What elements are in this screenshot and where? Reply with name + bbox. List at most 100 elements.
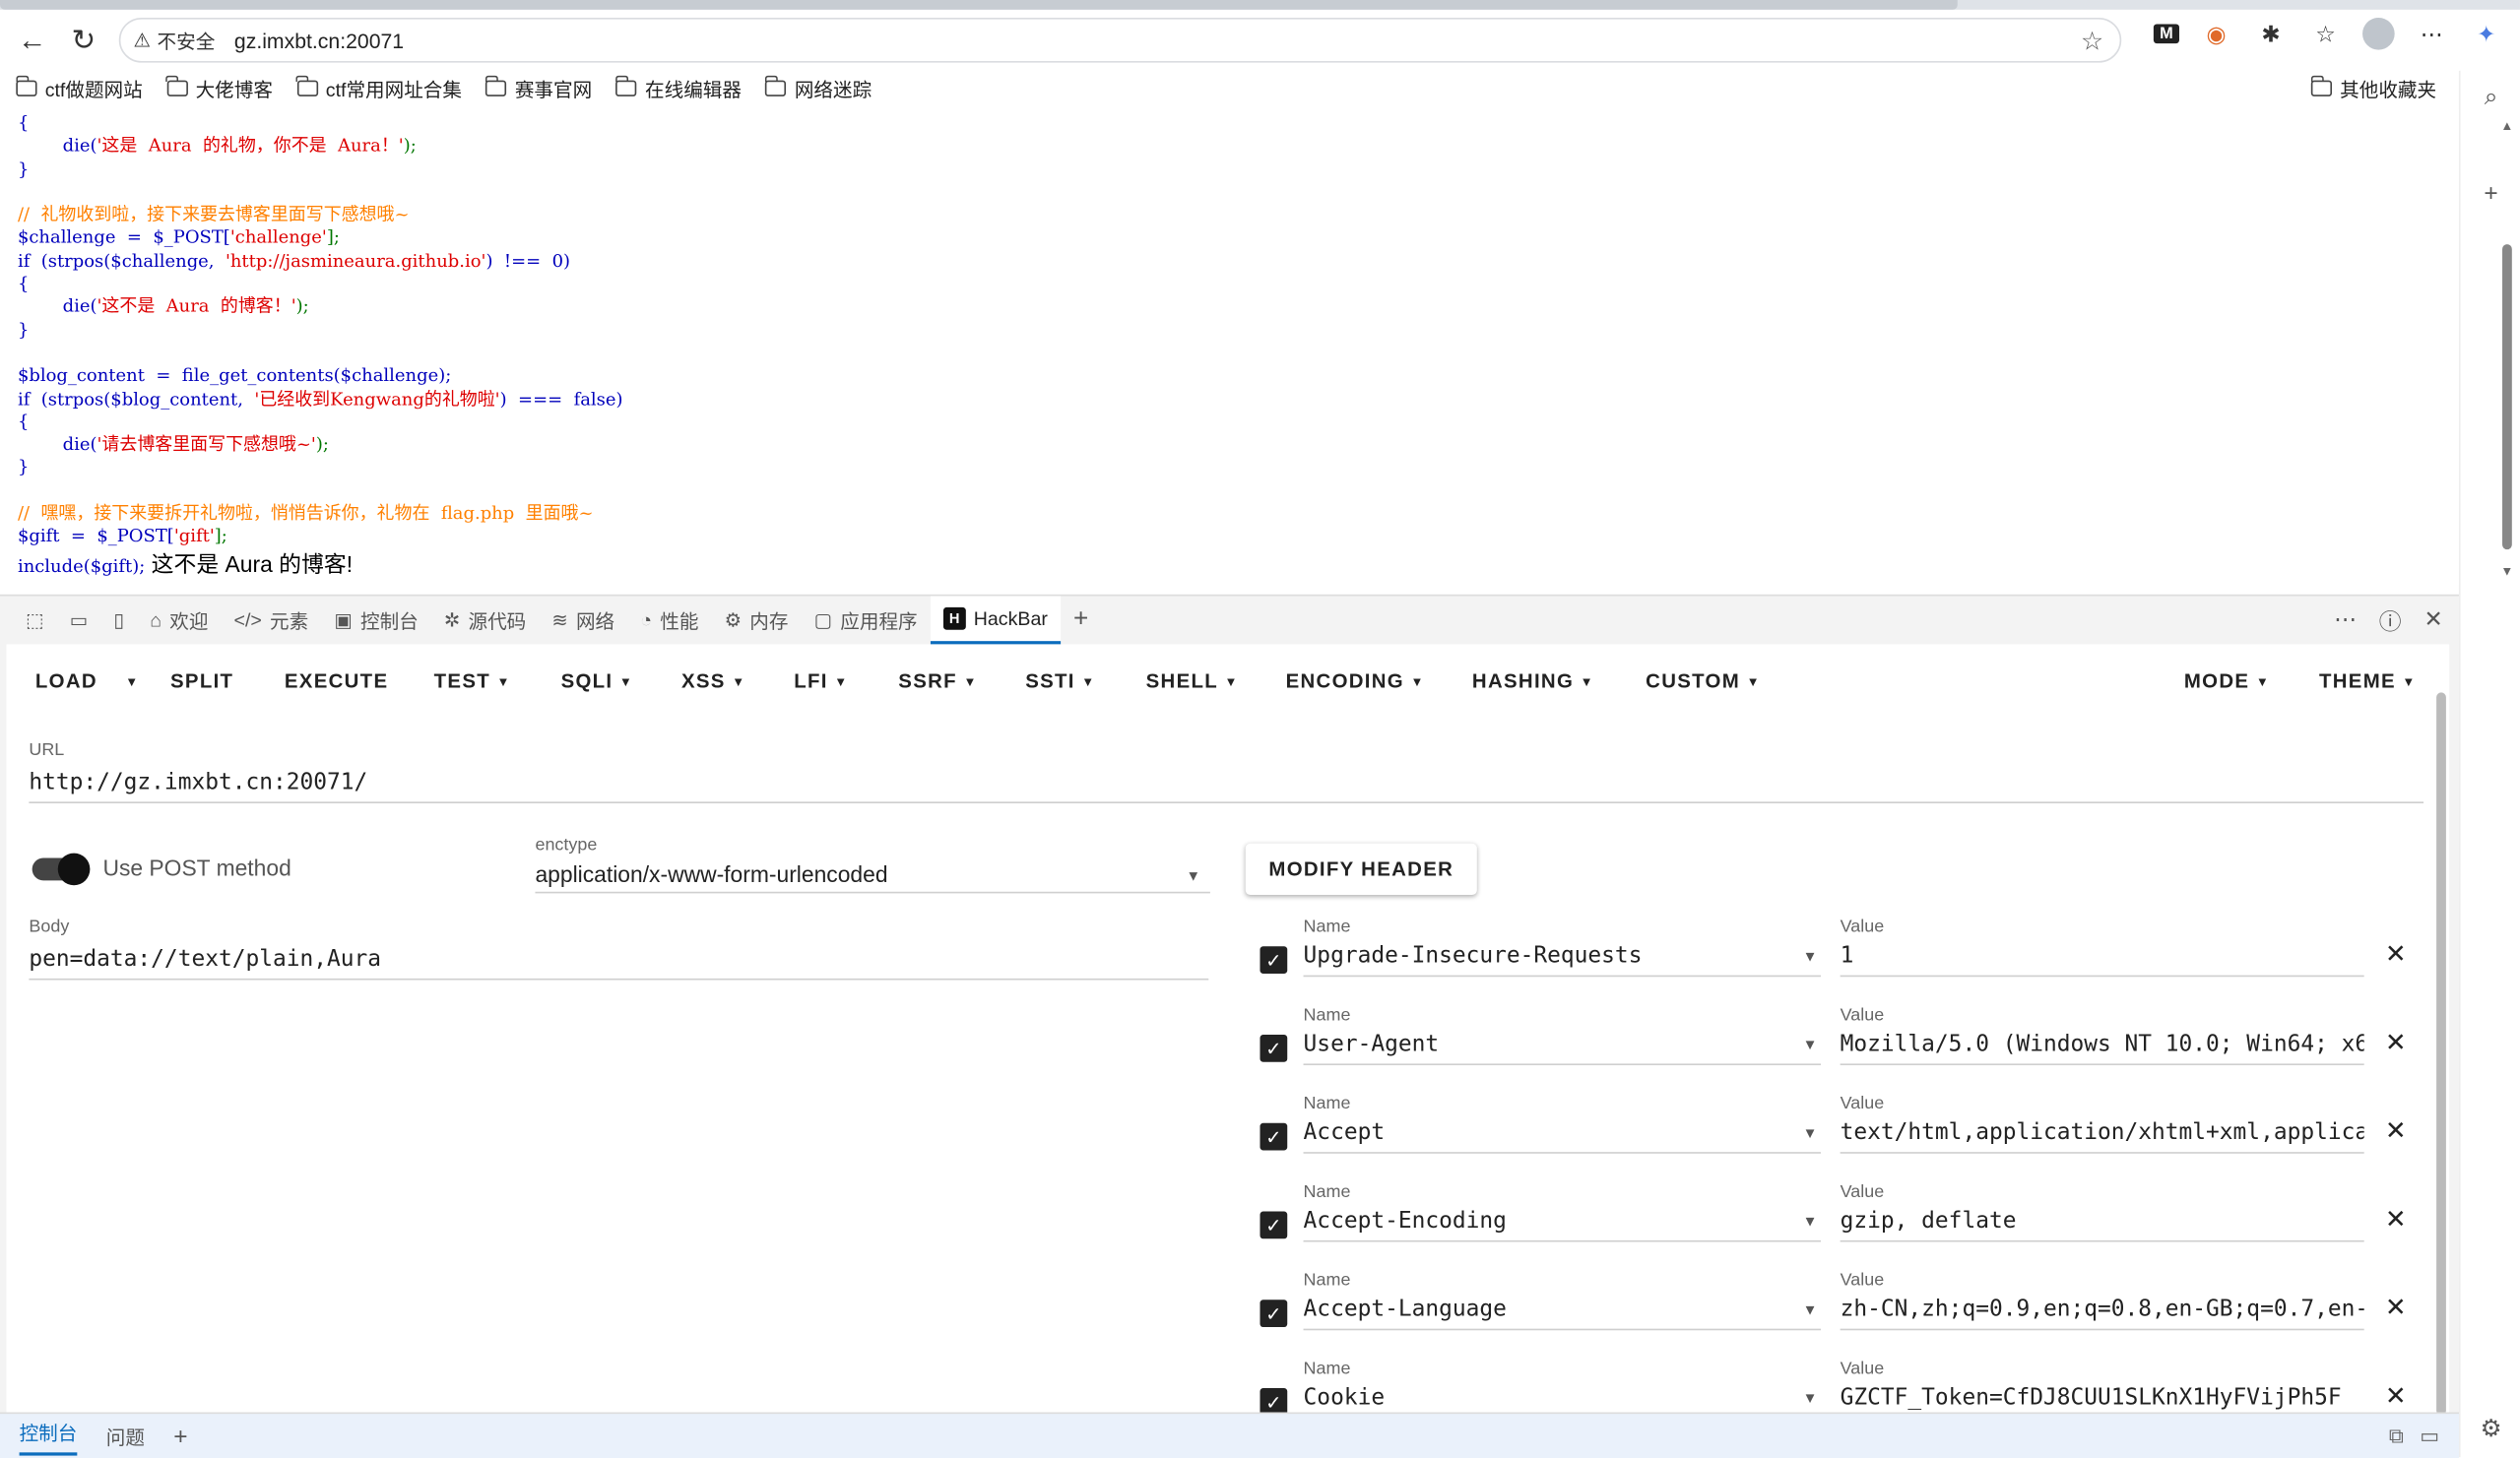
inspect-icon[interactable]: ⬚ — [13, 596, 57, 644]
hackbar-menu-ssti[interactable]: SSTI ▼ — [1025, 670, 1095, 693]
header-enabled-checkbox[interactable]: ✓ — [1260, 946, 1288, 974]
security-indicator[interactable]: ⚠ 不安全 — [133, 27, 215, 54]
page-output-text: 这不是 Aura 的博客! — [145, 550, 354, 577]
header-value-input[interactable]: 1 — [1840, 943, 2364, 978]
source-line: die('这不是 Aura 的博客！'); — [18, 296, 623, 319]
more-menu-icon[interactable]: ⋯ — [2414, 16, 2449, 51]
remove-header-icon[interactable]: ✕ — [2385, 1203, 2407, 1236]
scroll-thumb[interactable] — [2502, 244, 2512, 550]
back-icon[interactable]: ← — [10, 18, 55, 63]
drawer-tab-console[interactable]: 控制台 — [19, 1418, 78, 1455]
tab-welcome[interactable]: ⌂ 欢迎 — [137, 596, 221, 644]
page-scrollbar[interactable]: ▲ ▼ — [2500, 119, 2513, 579]
header-value-input[interactable]: text/html,application/xhtml+xml,applicat… — [1840, 1120, 2364, 1154]
settings-gear-icon[interactable]: ⚙ — [2475, 1414, 2507, 1446]
header-enabled-checkbox[interactable]: ✓ — [1260, 1035, 1288, 1062]
header-enabled-checkbox[interactable]: ✓ — [1260, 1300, 1288, 1328]
hackbar-menu-load[interactable]: LOAD — [35, 670, 97, 693]
extensions-puzzle-icon[interactable]: ✱ — [2253, 16, 2289, 51]
collapse-drawer-icon[interactable]: ▭ — [2420, 1424, 2439, 1449]
bookmark-item[interactable]: 在线编辑器 — [615, 75, 742, 102]
menu-label: MODE — [2183, 669, 2250, 693]
remove-header-icon[interactable]: ✕ — [2385, 1027, 2407, 1059]
bookmark-item[interactable]: ctf做题网站 — [15, 75, 143, 102]
add-tab-icon[interactable]: + — [1061, 596, 1101, 644]
tab-network[interactable]: ≋ 网络 — [539, 596, 627, 644]
extension-mx-icon[interactable]: M — [2153, 24, 2179, 44]
hackbar-menu-shell[interactable]: SHELL ▼ — [1146, 670, 1239, 693]
drawer-tab-issues[interactable]: 问题 — [106, 1423, 145, 1450]
hackbar-menu-encoding[interactable]: ENCODING ▼ — [1286, 670, 1425, 693]
hackbar-menu-theme[interactable]: THEME ▼ — [2319, 670, 2417, 693]
scroll-thumb[interactable] — [2436, 692, 2446, 1416]
tab-performance[interactable]: ◔ 性能 — [627, 596, 711, 644]
bookmark-item[interactable]: 大佬博客 — [165, 75, 273, 102]
tab-sources[interactable]: ✲ 源代码 — [431, 596, 539, 644]
device-icon[interactable]: ▭ — [57, 596, 101, 644]
copilot-icon[interactable]: ✦ — [2469, 16, 2504, 51]
load-dropdown-icon[interactable]: ▼ — [125, 674, 139, 689]
more-options-icon[interactable]: ⋯ — [2334, 605, 2357, 638]
header-value-input[interactable]: Mozilla/5.0 (Windows NT 10.0; Win64; x64… — [1840, 1032, 2364, 1066]
header-name-input[interactable]: Accept-Language ▼ — [1303, 1297, 1822, 1331]
enctype-select[interactable]: application/x-www-form-urlencoded ▼ — [535, 861, 1210, 894]
hackbar-menu-execute[interactable]: EXECUTE — [285, 670, 388, 693]
scroll-up-icon[interactable]: ▲ — [2500, 119, 2513, 134]
hackbar-scrollbar[interactable] — [2436, 692, 2446, 1416]
hackbar-menu-split[interactable]: SPLIT — [170, 670, 233, 693]
modify-header-button[interactable]: MODIFY HEADER — [1245, 843, 1477, 896]
help-icon[interactable]: ⓘ — [2379, 605, 2402, 638]
url-input[interactable]: http://gz.imxbt.cn:20071/ — [29, 770, 2424, 803]
panel-toggle-icon[interactable]: ▯ — [100, 596, 137, 644]
tab-label: 网络 — [575, 609, 615, 633]
source-line: { — [18, 274, 623, 296]
header-enabled-checkbox[interactable]: ✓ — [1260, 1211, 1288, 1239]
bookmark-item[interactable]: 赛事官网 — [485, 75, 592, 102]
url-text[interactable]: gz.imxbt.cn:20071 — [234, 29, 404, 52]
header-name-input[interactable]: Upgrade-Insecure-Requests ▼ — [1303, 943, 1822, 978]
hackbar-menu-hashing[interactable]: HASHING ▼ — [1472, 670, 1594, 693]
add-drawer-tab-icon[interactable]: + — [173, 1423, 187, 1450]
close-devtools-icon[interactable]: ✕ — [2423, 605, 2442, 638]
header-name-input[interactable]: Accept-Encoding ▼ — [1303, 1208, 1822, 1242]
tab-elements[interactable]: </> 元素 — [222, 596, 322, 644]
header-name-input[interactable]: Accept ▼ — [1303, 1120, 1822, 1154]
scroll-down-icon[interactable]: ▼ — [2500, 564, 2513, 579]
tab-memory[interactable]: ⚙ 内存 — [712, 596, 802, 644]
folder-icon — [2310, 75, 2333, 96]
hackbar-menu-lfi[interactable]: LFI ▼ — [794, 670, 848, 693]
hackbar-menu-ssrf[interactable]: SSRF ▼ — [898, 670, 977, 693]
remove-header-icon[interactable]: ✕ — [2385, 1380, 2407, 1413]
remove-header-icon[interactable]: ✕ — [2385, 1115, 2407, 1148]
profile-avatar[interactable] — [2362, 17, 2395, 50]
remove-header-icon[interactable]: ✕ — [2385, 938, 2407, 971]
hackbar-menu-mode[interactable]: MODE ▼ — [2184, 670, 2270, 693]
header-enabled-checkbox[interactable]: ✓ — [1260, 1122, 1288, 1151]
search-icon[interactable]: ⌕ — [2475, 84, 2507, 116]
tab-application[interactable]: ▢ 应用程序 — [802, 596, 931, 644]
dock-icon[interactable]: ⧉ — [2389, 1424, 2404, 1449]
hackbar-menu-xss[interactable]: XSS ▼ — [681, 670, 746, 693]
other-bookmarks[interactable]: 其他收藏夹 — [2310, 75, 2436, 102]
bookmark-label: 大佬博客 — [195, 78, 273, 100]
bookmark-item[interactable]: ctf常用网址合集 — [295, 75, 462, 102]
extension-record-icon[interactable]: ◉ — [2199, 16, 2234, 51]
favorites-icon[interactable]: ☆ — [2308, 16, 2344, 51]
chevron-down-icon: ▼ — [1186, 867, 1201, 884]
hackbar-menu-custom[interactable]: CUSTOM ▼ — [1646, 670, 1761, 693]
header-value-input[interactable]: gzip, deflate — [1840, 1208, 2364, 1242]
post-method-toggle[interactable] — [32, 853, 91, 886]
remove-header-icon[interactable]: ✕ — [2385, 1292, 2407, 1324]
tab-console[interactable]: ▣ 控制台 — [321, 596, 431, 644]
header-name-input[interactable]: User-Agent ▼ — [1303, 1032, 1822, 1066]
hackbar-menu-test[interactable]: TEST ▼ — [434, 670, 511, 693]
active-tab[interactable] — [0, 0, 1958, 10]
bookmark-item[interactable]: 网络迷踪 — [764, 75, 872, 102]
favorite-star-icon[interactable]: ☆ — [2081, 26, 2103, 58]
header-value-input[interactable]: zh-CN,zh;q=0.9,en;q=0.8,en-GB;q=0.7,en-U… — [1840, 1297, 2364, 1331]
address-bar[interactable]: ⚠ 不安全 gz.imxbt.cn:20071 ☆ — [118, 17, 2122, 63]
hackbar-menu-sqli[interactable]: SQLI ▼ — [561, 670, 634, 693]
tab-hackbar[interactable]: H HackBar — [930, 596, 1061, 645]
body-input[interactable]: pen=data://text/plain,Aura — [29, 946, 1209, 981]
reload-icon[interactable]: ↻ — [61, 18, 106, 63]
